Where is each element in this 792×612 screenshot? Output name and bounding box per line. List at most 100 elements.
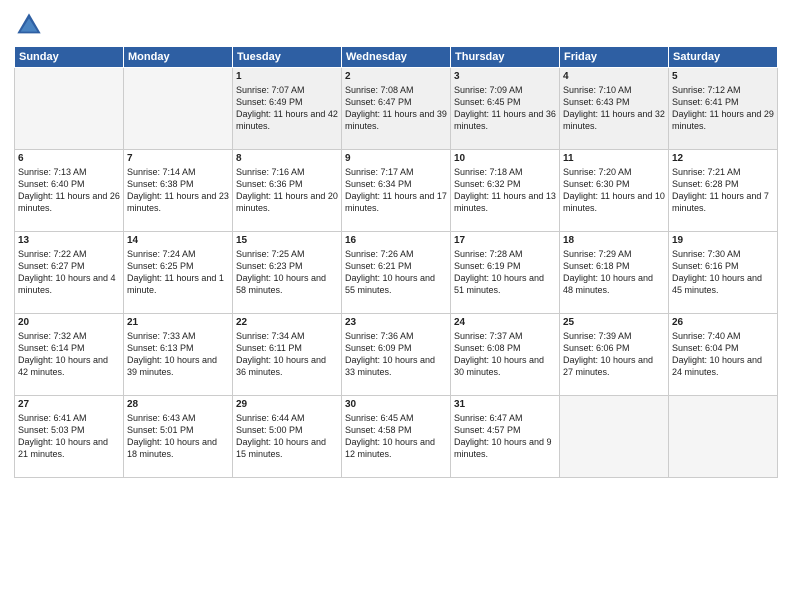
sunrise-label: Sunrise: 7:39 AM — [563, 331, 632, 341]
daylight-label: Daylight: 11 hours and 23 minutes. — [127, 191, 229, 213]
day-number: 17 — [454, 235, 556, 246]
day-number: 8 — [236, 153, 338, 164]
day-cell-2: 2Sunrise: 7:08 AMSunset: 6:47 PMDaylight… — [342, 68, 451, 150]
day-number: 28 — [127, 399, 229, 410]
sunset-label: Sunset: 6:28 PM — [672, 179, 739, 189]
day-info: Sunrise: 7:08 AMSunset: 6:47 PMDaylight:… — [345, 84, 447, 133]
sunrise-label: Sunrise: 7:30 AM — [672, 249, 741, 259]
day-number: 13 — [18, 235, 120, 246]
sunrise-label: Sunrise: 6:45 AM — [345, 413, 414, 423]
daylight-label: Daylight: 11 hours and 32 minutes. — [563, 109, 665, 131]
empty-cell — [669, 396, 778, 478]
header — [14, 10, 778, 40]
sunrise-label: Sunrise: 7:13 AM — [18, 167, 87, 177]
daylight-label: Daylight: 11 hours and 26 minutes. — [18, 191, 120, 213]
calendar-header-row: SundayMondayTuesdayWednesdayThursdayFrid… — [15, 47, 778, 68]
day-cell-25: 25Sunrise: 7:39 AMSunset: 6:06 PMDayligh… — [560, 314, 669, 396]
day-info: Sunrise: 7:21 AMSunset: 6:28 PMDaylight:… — [672, 166, 774, 215]
day-number: 24 — [454, 317, 556, 328]
day-cell-29: 29Sunrise: 6:44 AMSunset: 5:00 PMDayligh… — [233, 396, 342, 478]
sunset-label: Sunset: 6:21 PM — [345, 261, 412, 271]
day-number: 16 — [345, 235, 447, 246]
day-info: Sunrise: 7:40 AMSunset: 6:04 PMDaylight:… — [672, 330, 774, 379]
empty-cell — [124, 68, 233, 150]
day-cell-20: 20Sunrise: 7:32 AMSunset: 6:14 PMDayligh… — [15, 314, 124, 396]
sunrise-label: Sunrise: 7:24 AM — [127, 249, 196, 259]
daylight-label: Daylight: 10 hours and 27 minutes. — [563, 355, 653, 377]
day-cell-23: 23Sunrise: 7:36 AMSunset: 6:09 PMDayligh… — [342, 314, 451, 396]
day-info: Sunrise: 7:14 AMSunset: 6:38 PMDaylight:… — [127, 166, 229, 215]
col-header-monday: Monday — [124, 47, 233, 68]
day-number: 18 — [563, 235, 665, 246]
day-info: Sunrise: 7:34 AMSunset: 6:11 PMDaylight:… — [236, 330, 338, 379]
day-cell-4: 4Sunrise: 7:10 AMSunset: 6:43 PMDaylight… — [560, 68, 669, 150]
sunrise-label: Sunrise: 7:36 AM — [345, 331, 414, 341]
day-info: Sunrise: 7:07 AMSunset: 6:49 PMDaylight:… — [236, 84, 338, 133]
daylight-label: Daylight: 11 hours and 42 minutes. — [236, 109, 338, 131]
sunrise-label: Sunrise: 7:10 AM — [563, 85, 632, 95]
day-number: 3 — [454, 71, 556, 82]
day-cell-7: 7 Sunrise: 7:14 AMSunset: 6:38 PMDaylight… — [124, 150, 233, 232]
day-number: 9 — [345, 153, 447, 164]
daylight-label: Daylight: 10 hours and 48 minutes. — [563, 273, 653, 295]
day-info: Sunrise: 6:41 AMSunset: 5:03 PMDaylight:… — [18, 412, 120, 461]
sunrise-label: Sunrise: 7:18 AM — [454, 167, 523, 177]
day-info: Sunrise: 7:20 AMSunset: 6:30 PMDaylight:… — [563, 166, 665, 215]
day-cell-19: 19 Sunrise: 7:30 AMSunset: 6:16 PMDayligh… — [669, 232, 778, 314]
day-info: Sunrise: 7:29 AMSunset: 6:18 PMDaylight:… — [563, 248, 665, 297]
daylight-label: Daylight: 10 hours and 4 minutes. — [18, 273, 116, 295]
sunrise-label: Sunrise: 7:25 AM — [236, 249, 305, 259]
sunrise-label: Sunrise: 7:12 AM — [672, 85, 741, 95]
sunset-label: Sunset: 5:01 PM — [127, 425, 194, 435]
sunrise-label: Sunrise: 7:09 AM — [454, 85, 523, 95]
daylight-label: Daylight: 10 hours and 36 minutes. — [236, 355, 326, 377]
sunrise-label: Sunrise: 6:41 AM — [18, 413, 87, 423]
day-number: 7 — [127, 153, 229, 164]
daylight-label: Daylight: 10 hours and 9 minutes. — [454, 437, 552, 459]
daylight-label: Daylight: 10 hours and 12 minutes. — [345, 437, 435, 459]
day-cell-10: 10Sunrise: 7:18 AMSunset: 6:32 PMDayligh… — [451, 150, 560, 232]
day-info: Sunrise: 7:24 AMSunset: 6:25 PMDaylight:… — [127, 248, 229, 297]
week-row-1: 6Sunrise: 7:13 AMSunset: 6:40 PMDaylight… — [15, 150, 778, 232]
daylight-label: Daylight: 10 hours and 39 minutes. — [127, 355, 217, 377]
day-cell-27: 27Sunrise: 6:41 AMSunset: 5:03 PMDayligh… — [15, 396, 124, 478]
day-info: Sunrise: 7:25 AMSunset: 6:23 PMDaylight:… — [236, 248, 338, 297]
sunrise-label: Sunrise: 7:37 AM — [454, 331, 523, 341]
day-cell-24: 24Sunrise: 7:37 AMSunset: 6:08 PMDayligh… — [451, 314, 560, 396]
day-info: Sunrise: 7:33 AMSunset: 6:13 PMDaylight:… — [127, 330, 229, 379]
sunset-label: Sunset: 6:47 PM — [345, 97, 412, 107]
day-info: Sunrise: 6:44 AMSunset: 5:00 PMDaylight:… — [236, 412, 338, 461]
sunset-label: Sunset: 6:41 PM — [672, 97, 739, 107]
daylight-label: Daylight: 11 hours and 7 minutes. — [672, 191, 769, 213]
day-info: Sunrise: 7:30 AMSunset: 6:16 PMDaylight:… — [672, 248, 774, 297]
day-info: Sunrise: 7:09 AMSunset: 6:45 PMDaylight:… — [454, 84, 556, 133]
daylight-label: Daylight: 10 hours and 18 minutes. — [127, 437, 217, 459]
page: SundayMondayTuesdayWednesdayThursdayFrid… — [0, 0, 792, 612]
day-cell-6: 6Sunrise: 7:13 AMSunset: 6:40 PMDaylight… — [15, 150, 124, 232]
sunset-label: Sunset: 6:13 PM — [127, 343, 194, 353]
day-info: Sunrise: 7:17 AMSunset: 6:34 PMDaylight:… — [345, 166, 447, 215]
col-header-wednesday: Wednesday — [342, 47, 451, 68]
daylight-label: Daylight: 11 hours and 13 minutes. — [454, 191, 556, 213]
day-info: Sunrise: 7:13 AMSunset: 6:40 PMDaylight:… — [18, 166, 120, 215]
daylight-label: Daylight: 10 hours and 45 minutes. — [672, 273, 762, 295]
daylight-label: Daylight: 11 hours and 39 minutes. — [345, 109, 447, 131]
empty-cell — [15, 68, 124, 150]
daylight-label: Daylight: 11 hours and 17 minutes. — [345, 191, 447, 213]
col-header-friday: Friday — [560, 47, 669, 68]
day-number: 19 — [672, 235, 774, 246]
day-cell-8: 8Sunrise: 7:16 AMSunset: 6:36 PMDaylight… — [233, 150, 342, 232]
daylight-label: Daylight: 10 hours and 33 minutes. — [345, 355, 435, 377]
day-number: 20 — [18, 317, 120, 328]
day-info: Sunrise: 7:26 AMSunset: 6:21 PMDaylight:… — [345, 248, 447, 297]
day-number: 5 — [672, 71, 774, 82]
sunset-label: Sunset: 6:49 PM — [236, 97, 303, 107]
day-number: 30 — [345, 399, 447, 410]
daylight-label: Daylight: 11 hours and 20 minutes. — [236, 191, 338, 213]
day-number: 11 — [563, 153, 665, 164]
sunset-label: Sunset: 6:36 PM — [236, 179, 303, 189]
day-number: 14 — [127, 235, 229, 246]
day-cell-3: 3 Sunrise: 7:09 AMSunset: 6:45 PMDaylight… — [451, 68, 560, 150]
col-header-saturday: Saturday — [669, 47, 778, 68]
day-cell-21: 21Sunrise: 7:33 AMSunset: 6:13 PMDayligh… — [124, 314, 233, 396]
